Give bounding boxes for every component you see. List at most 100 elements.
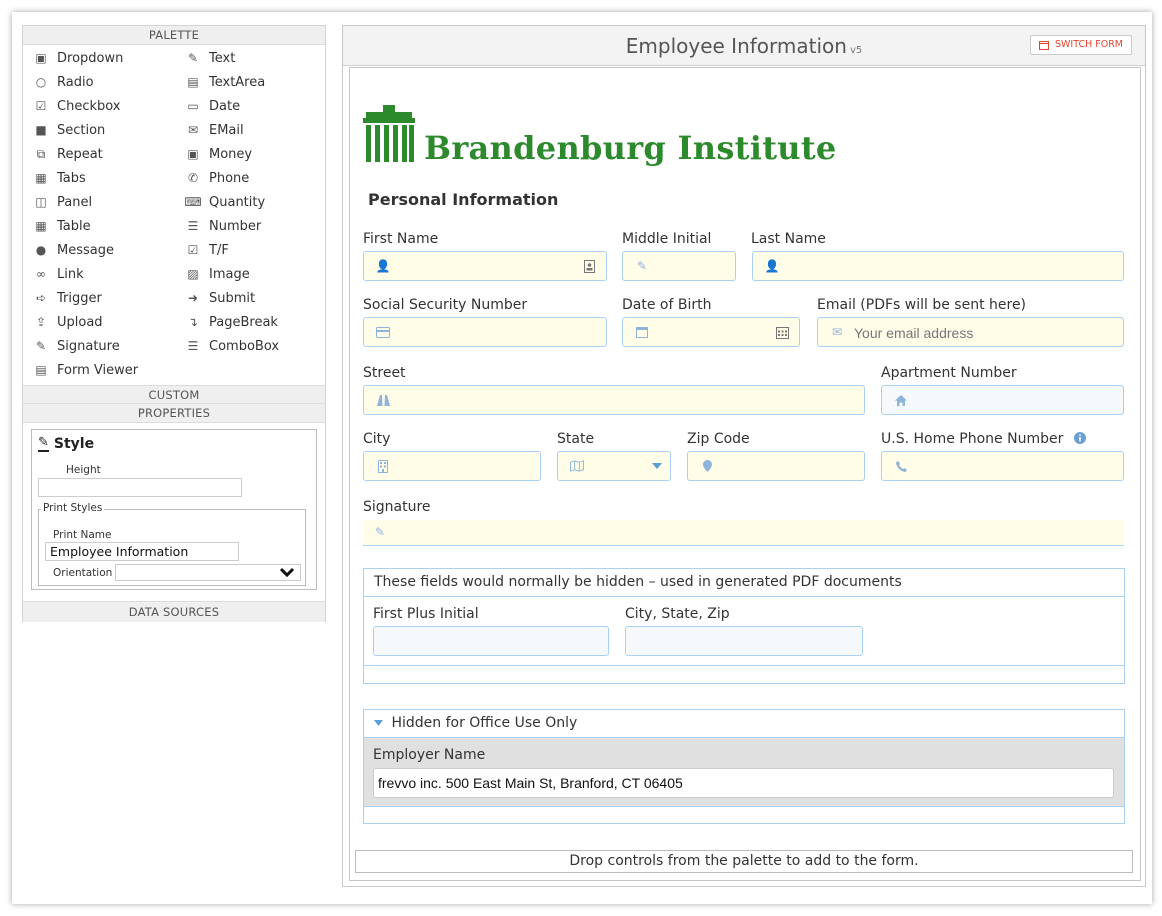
custom-header[interactable]: CUSTOM	[23, 385, 325, 404]
first-plus-initial-field[interactable]	[373, 626, 609, 656]
palette-item-email[interactable]: ✉ EMail	[183, 118, 333, 142]
office-use-header[interactable]: Hidden for Office Use Only	[364, 710, 1124, 738]
print-name-label: Print Name	[53, 529, 112, 541]
palette-item-label: Upload	[57, 314, 103, 330]
switch-form-button[interactable]: SWITCH FORM	[1029, 35, 1132, 55]
palette-item-upload[interactable]: ⇪ Upload	[33, 310, 183, 334]
road-icon	[376, 393, 390, 407]
office-use-body: Employer Name frevvo inc. 500 East Main …	[364, 738, 1124, 806]
city-state-zip-field[interactable]	[625, 626, 863, 656]
employer-name-input[interactable]: frevvo inc. 500 East Main St, Branford, …	[373, 768, 1114, 798]
palette-item-quantity[interactable]: ⌨ Quantity	[183, 190, 333, 214]
palette-item-form-viewer[interactable]: ▤ Form Viewer	[33, 358, 183, 382]
hidden-fields-title[interactable]: These fields would normally be hidden – …	[364, 569, 1124, 597]
palette-header[interactable]: PALETTE	[23, 26, 325, 45]
folder-icon: ■	[35, 123, 47, 137]
palette-item-date[interactable]: ▭ Date	[183, 94, 333, 118]
checkbox-icon: ☑	[35, 99, 47, 113]
caret-down-icon	[374, 720, 383, 726]
palette-grid: ▣ Dropdown ✎ Text ○ Radio ▤ TextArea ☑ Checkbox ▭ D…	[23, 45, 325, 385]
palette-item-label: Text	[209, 50, 236, 66]
keyboard-icon: ⌨	[184, 195, 202, 209]
palette-item-label: Quantity	[209, 194, 266, 210]
book-icon: ▤	[35, 363, 47, 377]
last-name-label: Last Name	[751, 231, 826, 247]
palette-item-submit[interactable]: ➜ Submit	[183, 286, 333, 310]
palette-item-dropdown[interactable]: ▣ Dropdown	[33, 46, 183, 70]
palette-item-image[interactable]: ▨ Image	[183, 262, 333, 286]
trigger-icon: ➪	[35, 291, 47, 305]
palette-item-textarea[interactable]: ▤ TextArea	[183, 70, 333, 94]
palette-item-section[interactable]: ■ Section	[33, 118, 183, 142]
palette-item-checkbox[interactable]: ☑ Checkbox	[33, 94, 183, 118]
last-name-field[interactable]: 👤	[752, 251, 1124, 281]
palette-item-panel[interactable]: ◫ Panel	[33, 190, 183, 214]
palette-item-trigger[interactable]: ➪ Trigger	[33, 286, 183, 310]
email-icon: ✉	[187, 123, 199, 137]
phone-field[interactable]	[881, 451, 1124, 481]
brandenburg-gate-logo	[363, 105, 415, 162]
palette-item-radio[interactable]: ○ Radio	[33, 70, 183, 94]
switch-form-label: SWITCH FORM	[1054, 39, 1123, 50]
phone-label-text: U.S. Home Phone Number	[881, 431, 1064, 447]
envelope-icon: ✉	[831, 325, 843, 339]
palette-item-label: Phone	[209, 170, 250, 186]
form-title-text: Employee Information	[625, 34, 847, 58]
palette-item-pagebreak[interactable]: ↴ PageBreak	[183, 310, 333, 334]
apartment-field[interactable]	[881, 385, 1124, 415]
palette-item-money[interactable]: ▣ Money	[183, 142, 333, 166]
message-icon: ●	[35, 243, 47, 257]
state-label: State	[557, 431, 595, 447]
logo-text: Brandenburg Institute	[424, 129, 837, 167]
street-field[interactable]	[363, 385, 865, 415]
palette-item-t-f[interactable]: ☑ T/F	[183, 238, 333, 262]
calendar-icon: ▭	[187, 99, 199, 113]
combobox-icon: ☰	[187, 339, 199, 353]
palette-item-repeat[interactable]: ⧉ Repeat	[33, 142, 183, 166]
palette-item-label: Trigger	[57, 290, 102, 306]
user-icon: 👤	[375, 259, 391, 273]
palette-item-combobox[interactable]: ☰ ComboBox	[183, 334, 333, 358]
palette-item-tabs[interactable]: ▦ Tabs	[33, 166, 183, 190]
city-label: City	[363, 431, 391, 447]
palette-item-phone[interactable]: ✆ Phone	[183, 166, 333, 190]
palette-item-signature[interactable]: ✎ Signature	[33, 334, 183, 358]
contact-card-icon	[582, 259, 596, 273]
state-select[interactable]	[557, 451, 671, 481]
apartment-label: Apartment Number	[881, 365, 1017, 381]
form-version: v5	[849, 45, 863, 56]
city-field[interactable]	[363, 451, 541, 481]
palette-item-label: Image	[209, 266, 250, 282]
palette-item-message[interactable]: ● Message	[33, 238, 183, 262]
section-divider	[364, 665, 1124, 666]
palette-item-label: ComboBox	[209, 338, 280, 354]
palette-item-label: Form Viewer	[57, 362, 139, 378]
image-icon: ▨	[187, 267, 199, 281]
print-name-input[interactable]: Employee Information	[45, 542, 239, 561]
palette-item-table[interactable]: ▦ Table	[33, 214, 183, 238]
orientation-label: Orientation	[53, 567, 113, 579]
palette-item-link[interactable]: ∞ Link	[33, 262, 183, 286]
map-marker-icon	[700, 459, 714, 473]
height-input[interactable]	[38, 478, 242, 497]
ssn-field[interactable]	[363, 317, 607, 347]
middle-initial-field[interactable]: ✎	[622, 251, 736, 281]
zip-field[interactable]	[687, 451, 865, 481]
pagebreak-icon: ↴	[187, 315, 199, 329]
email-field[interactable]: ✉ Your email address	[817, 317, 1124, 347]
palette-item-text[interactable]: ✎ Text	[183, 46, 333, 70]
calendar-icon[interactable]	[775, 325, 789, 339]
table-icon: ▦	[35, 219, 47, 233]
data-sources-header[interactable]: DATA SOURCES	[23, 601, 325, 622]
info-icon[interactable]	[1073, 432, 1086, 444]
first-name-field[interactable]: 👤	[363, 251, 607, 281]
dropzone[interactable]: Drop controls from the palette to add to…	[355, 850, 1133, 873]
dob-field[interactable]	[622, 317, 800, 347]
orientation-select[interactable]	[115, 564, 301, 581]
signature-field[interactable]: ✎	[363, 520, 1124, 546]
palette-item-label: Dropdown	[57, 50, 124, 66]
building-icon	[376, 459, 390, 473]
palette-item-number[interactable]: ☰ Number	[183, 214, 333, 238]
hidden-fields-section: These fields would normally be hidden – …	[363, 568, 1125, 684]
properties-header[interactable]: PROPERTIES	[23, 404, 325, 423]
